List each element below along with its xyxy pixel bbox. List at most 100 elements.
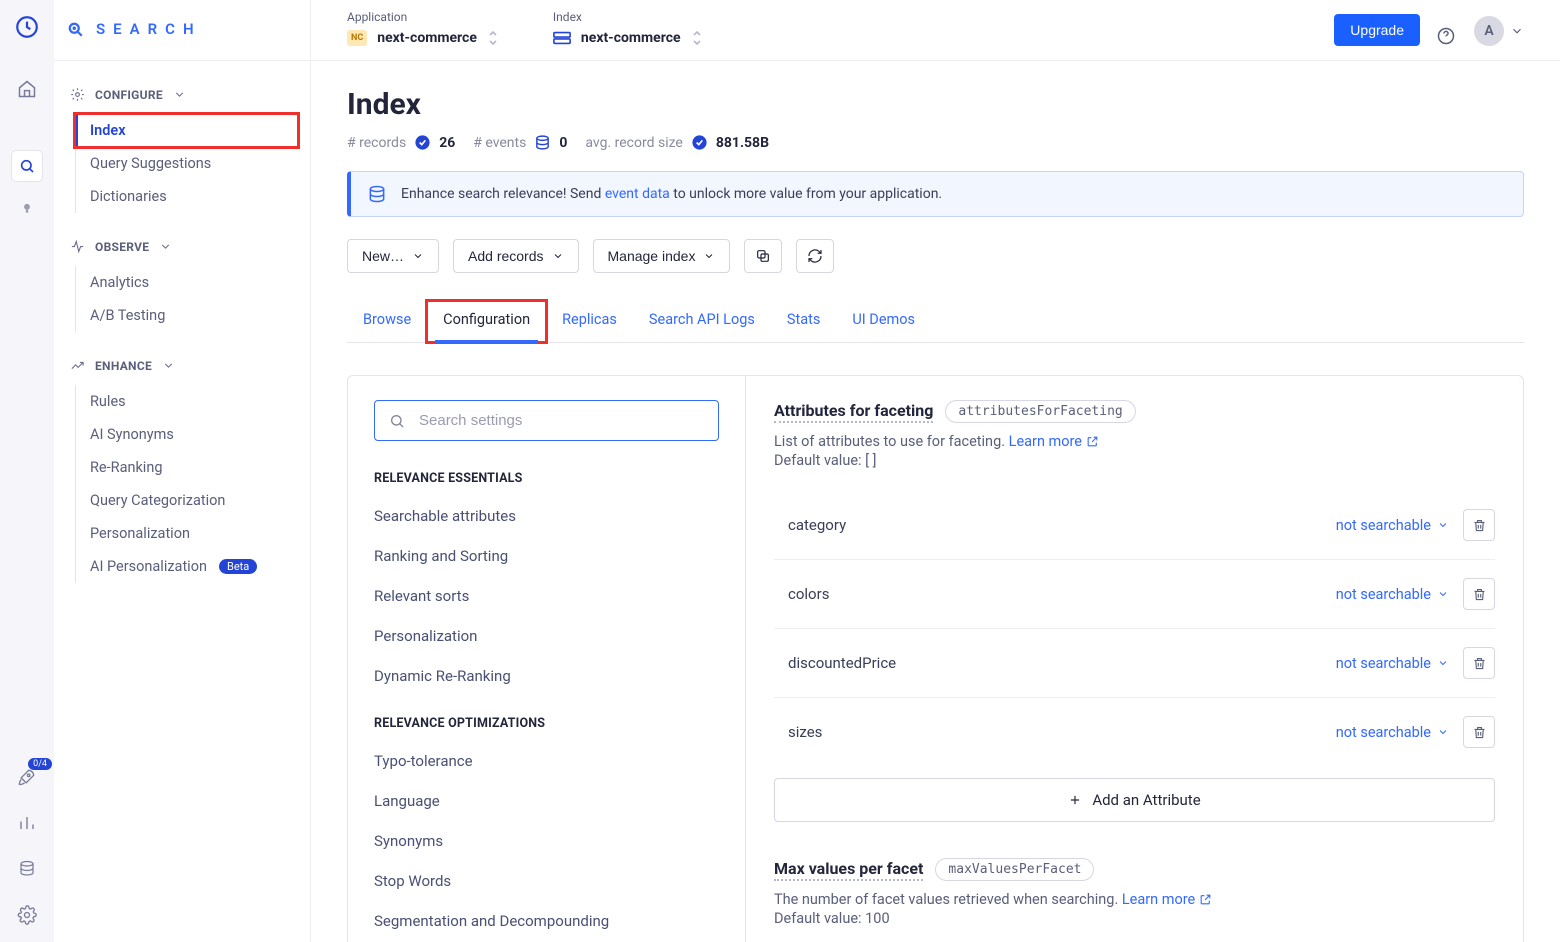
add-attribute-button[interactable]: Add an Attribute bbox=[774, 778, 1495, 822]
config-settings-list: RELEVANCE ESSENTIALS Searchable attribute… bbox=[348, 376, 746, 942]
maxvalues-desc: The number of facet values retrieved whe… bbox=[774, 891, 1122, 908]
faceting-default-value: [ ] bbox=[865, 452, 876, 469]
rocket-icon[interactable]: 0/4 bbox=[16, 766, 38, 788]
tab[interactable]: Stats bbox=[771, 301, 836, 342]
settings-group-head: RELEVANCE ESSENTIALS bbox=[374, 471, 719, 486]
facet-row: discountedPrice not searchable bbox=[774, 629, 1495, 698]
banner-link[interactable]: event data bbox=[605, 186, 670, 202]
setting-item[interactable]: Synonyms bbox=[374, 821, 719, 861]
setting-item[interactable]: Typo-tolerance bbox=[374, 741, 719, 781]
database-rail-icon[interactable] bbox=[16, 858, 38, 880]
database-banner-icon bbox=[367, 184, 387, 204]
settings-rail-icon[interactable] bbox=[16, 904, 38, 926]
tab[interactable]: Replicas bbox=[546, 301, 633, 342]
sidebar-item[interactable]: Re-Ranking bbox=[76, 451, 298, 484]
refresh-button[interactable] bbox=[796, 239, 834, 273]
index-value: next-commerce bbox=[581, 30, 681, 46]
setting-item[interactable]: Ranking and Sorting bbox=[374, 536, 719, 576]
sidebar-item[interactable]: Index bbox=[75, 114, 298, 147]
delete-facet-button[interactable] bbox=[1463, 578, 1495, 610]
facet-name: discountedPrice bbox=[774, 654, 896, 672]
setting-item[interactable]: Searchable attributes bbox=[374, 496, 719, 536]
facet-mode-select[interactable]: not searchable bbox=[1336, 517, 1449, 534]
tab[interactable]: Search API Logs bbox=[633, 301, 771, 342]
check-circle-icon bbox=[691, 134, 708, 151]
maxvalues-learn-link[interactable]: Learn more bbox=[1122, 891, 1212, 908]
chevron-down-icon bbox=[1437, 726, 1449, 738]
account-menu[interactable]: A bbox=[1474, 16, 1524, 46]
delete-facet-button[interactable] bbox=[1463, 509, 1495, 541]
recommend-product-icon[interactable] bbox=[11, 192, 43, 224]
sidebar-item[interactable]: AI PersonalizationBeta bbox=[76, 550, 298, 583]
trash-icon bbox=[1472, 518, 1487, 533]
faceting-default-label: Default value: bbox=[774, 452, 862, 469]
records-label: # records bbox=[347, 135, 406, 151]
chevron-down-icon bbox=[159, 240, 172, 253]
chevron-down-icon bbox=[412, 250, 424, 262]
records-value: 26 bbox=[439, 135, 455, 151]
setting-item[interactable]: Stop Words bbox=[374, 861, 719, 901]
config-detail: Attributes for faceting attributesForFac… bbox=[746, 376, 1523, 942]
settings-group-head: RELEVANCE OPTIMIZATIONS bbox=[374, 716, 719, 731]
facet-mode-select[interactable]: not searchable bbox=[1336, 724, 1449, 741]
analytics-rail-icon[interactable] bbox=[16, 812, 38, 834]
nav-section-head[interactable]: OBSERVE bbox=[66, 233, 298, 260]
external-link-icon bbox=[1199, 893, 1212, 906]
delete-facet-button[interactable] bbox=[1463, 716, 1495, 748]
home-icon[interactable] bbox=[16, 78, 38, 100]
setting-item[interactable]: Segmentation and Decompounding bbox=[374, 901, 719, 941]
sidebar-item[interactable]: Personalization bbox=[76, 517, 298, 550]
tab[interactable]: Browse bbox=[347, 301, 427, 342]
trash-icon bbox=[1472, 725, 1487, 740]
faceting-learn-link[interactable]: Learn more bbox=[1009, 433, 1099, 450]
check-circle-icon bbox=[414, 134, 431, 151]
trash-icon bbox=[1472, 656, 1487, 671]
app-chip: NC bbox=[347, 30, 367, 46]
algolia-logo-icon[interactable] bbox=[14, 14, 40, 40]
search-icon bbox=[389, 413, 405, 429]
manage-index-button[interactable]: Manage index bbox=[593, 239, 731, 273]
progress-badge: 0/4 bbox=[28, 758, 52, 770]
sidebar-item[interactable]: Analytics bbox=[76, 266, 298, 299]
sidebar-item[interactable]: Query Categorization bbox=[76, 484, 298, 517]
sidebar-item[interactable]: A/B Testing bbox=[76, 299, 298, 332]
delete-facet-button[interactable] bbox=[1463, 647, 1495, 679]
facet-mode-select[interactable]: not searchable bbox=[1336, 655, 1449, 672]
maxvalues-default-label: Default value: bbox=[774, 910, 862, 927]
avg-value: 881.58B bbox=[716, 135, 769, 151]
new-button[interactable]: New… bbox=[347, 239, 439, 273]
facet-mode-select[interactable]: not searchable bbox=[1336, 586, 1449, 603]
sidebar-item[interactable]: AI Synonyms bbox=[76, 418, 298, 451]
settings-search[interactable] bbox=[374, 400, 719, 441]
sidebar-item[interactable]: Query Suggestions bbox=[76, 147, 298, 180]
nav-section-head[interactable]: CONFIGURE bbox=[66, 81, 298, 108]
sidebar-item[interactable]: Rules bbox=[76, 385, 298, 418]
brand-text: SEARCH bbox=[96, 20, 202, 38]
setting-item[interactable]: Relevant sorts bbox=[374, 576, 719, 616]
topbar: Application NC next-commerce Index next-… bbox=[311, 0, 1560, 61]
application-selector[interactable]: Application NC next-commerce bbox=[347, 10, 499, 46]
nav-section-head[interactable]: ENHANCE bbox=[66, 352, 298, 379]
add-records-button[interactable]: Add records bbox=[453, 239, 578, 273]
settings-search-input[interactable] bbox=[419, 412, 704, 429]
facet-name: sizes bbox=[774, 723, 822, 741]
tab[interactable]: Configuration bbox=[427, 301, 546, 342]
chevron-down-icon bbox=[1510, 24, 1524, 38]
external-link-icon bbox=[1086, 435, 1099, 448]
search-product-icon[interactable] bbox=[11, 150, 43, 182]
copy-button[interactable] bbox=[744, 239, 782, 273]
sidebar-item[interactable]: Dictionaries bbox=[76, 180, 298, 213]
setting-item[interactable]: Personalization bbox=[374, 616, 719, 656]
help-icon[interactable] bbox=[1436, 26, 1456, 46]
chevron-down-icon bbox=[1437, 657, 1449, 669]
upgrade-button[interactable]: Upgrade bbox=[1334, 14, 1420, 46]
faceting-apiname: attributesForFaceting bbox=[945, 400, 1135, 423]
setting-item[interactable]: Dynamic Re-Ranking bbox=[374, 656, 719, 696]
setting-item[interactable]: Language bbox=[374, 781, 719, 821]
index-selector[interactable]: Index next-commerce bbox=[553, 10, 703, 46]
actions-row: New… Add records Manage index bbox=[347, 239, 1524, 273]
chevron-down-icon bbox=[1437, 588, 1449, 600]
avatar: A bbox=[1474, 16, 1504, 46]
tab[interactable]: UI Demos bbox=[836, 301, 931, 342]
icon-rail: 0/4 bbox=[0, 0, 54, 942]
